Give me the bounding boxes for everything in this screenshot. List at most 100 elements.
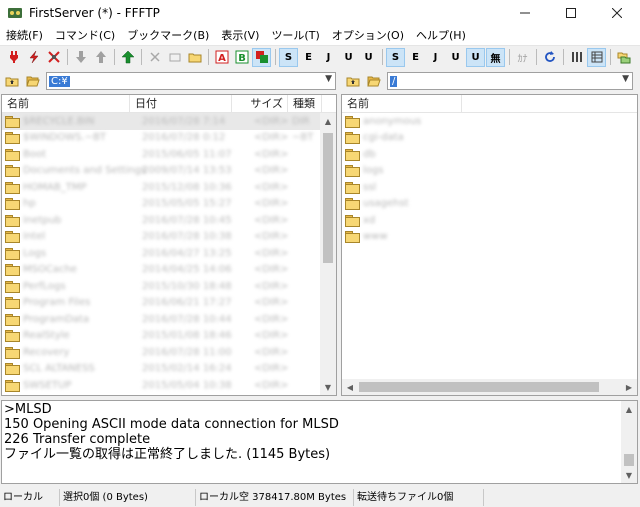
- menu-view[interactable]: 表示(V): [215, 26, 265, 46]
- menu-bookmark[interactable]: ブックマーク(B): [121, 26, 215, 46]
- list-item[interactable]: usagehst: [342, 196, 637, 213]
- minimize-button[interactable]: [502, 0, 548, 26]
- column-date[interactable]: 日付: [130, 95, 232, 113]
- list-item[interactable]: www: [342, 229, 637, 246]
- remote-path-combo[interactable]: / ▼: [387, 72, 633, 90]
- rename-button[interactable]: [165, 48, 184, 67]
- table-row[interactable]: RealStyle 2015/01/08 18:46 <DIR>: [2, 328, 336, 345]
- upload-button[interactable]: [91, 48, 110, 67]
- toolbar-separator: [382, 49, 383, 65]
- table-row[interactable]: SWSETUP 2015/05/04 10:38 <DIR>: [2, 377, 336, 394]
- quick-connect-button[interactable]: [24, 48, 43, 67]
- scroll-down-arrow-icon[interactable]: ▼: [320, 379, 336, 395]
- remote-browse-button[interactable]: [365, 72, 383, 90]
- ascii-mode-button[interactable]: A: [212, 48, 231, 67]
- chevron-down-icon[interactable]: ▼: [325, 74, 332, 84]
- column-name[interactable]: 名前: [2, 95, 130, 113]
- menu-options[interactable]: オプション(O): [326, 26, 410, 46]
- no-convert-button[interactable]: 無: [486, 47, 505, 67]
- table-row[interactable]: Documents and Settings 2009/07/14 13:53 <D…: [2, 163, 336, 180]
- table-row[interactable]: Program Files 2016/06/21 17:27 <DIR>: [2, 295, 336, 312]
- table-row[interactable]: Recovery 2016/07/28 11:00 <DIR>: [2, 344, 336, 361]
- close-button[interactable]: [594, 0, 640, 26]
- table-row[interactable]: $WINDOWS.~BT 2016/07/28 0:12 <DIR> ~BT: [2, 130, 336, 147]
- file-name-cell: cgi-data: [342, 132, 542, 145]
- scroll-thumb[interactable]: [359, 382, 599, 392]
- local-vertical-scrollbar[interactable]: ▲ ▼: [320, 113, 336, 395]
- table-row[interactable]: $RECYCLE.BIN 2016/07/28 7:14 <DIR> DIR: [2, 113, 336, 130]
- list-view-button[interactable]: [567, 48, 586, 67]
- table-row[interactable]: HOMAB_TMP 2015/12/08 10:36 <DIR>: [2, 179, 336, 196]
- kana-convert-button[interactable]: ｶﾅ: [513, 48, 532, 67]
- auto-mode-button[interactable]: [252, 47, 271, 67]
- connect-button[interactable]: [4, 48, 23, 67]
- jis-label: J: [326, 51, 331, 63]
- column-size[interactable]: サイズ: [232, 95, 288, 113]
- table-row[interactable]: Inetpub 2016/07/28 10:45 <DIR>: [2, 212, 336, 229]
- table-row[interactable]: SCL ALTANESS 2015/02/14 16:24 <DIR>: [2, 361, 336, 378]
- table-row[interactable]: MSOCache 2014/04/25 14:06 <DIR>: [2, 262, 336, 279]
- menu-help[interactable]: ヘルプ(H): [410, 26, 472, 46]
- binary-mode-button[interactable]: B: [232, 48, 251, 67]
- mkdir-button[interactable]: [185, 48, 204, 67]
- local-utf8bom-button[interactable]: U: [466, 47, 485, 67]
- arrow-down-icon: [75, 51, 86, 63]
- scroll-right-arrow-icon[interactable]: ▶: [621, 379, 637, 395]
- column-kind[interactable]: 種類: [288, 95, 322, 113]
- scroll-thumb[interactable]: [624, 454, 634, 466]
- file-name: PerfLogs: [23, 280, 66, 292]
- local-utf8n-button[interactable]: U: [446, 48, 465, 67]
- local-sjis-button[interactable]: S: [386, 47, 405, 67]
- list-item[interactable]: anonymous: [342, 113, 637, 130]
- list-item[interactable]: ssl: [342, 179, 637, 196]
- log-vertical-scrollbar[interactable]: ▲ ▼: [621, 401, 637, 483]
- host-euc-button[interactable]: E: [299, 48, 318, 67]
- delete-button[interactable]: [145, 48, 164, 67]
- log-line: >MLSD: [4, 402, 52, 417]
- host-utf8n-button[interactable]: U: [339, 48, 358, 67]
- scroll-up-arrow-icon[interactable]: ▲: [621, 401, 637, 417]
- file-name-cell: Logs: [2, 247, 130, 260]
- disconnect-button[interactable]: [44, 48, 63, 67]
- maximize-button[interactable]: [548, 0, 594, 26]
- scroll-thumb[interactable]: [323, 133, 333, 263]
- table-row[interactable]: ProgramData 2016/07/28 10:44 <DIR>: [2, 311, 336, 328]
- local-jis-button[interactable]: J: [426, 48, 445, 67]
- file-date: 2016/07/28 11:00: [142, 346, 232, 358]
- refresh-button[interactable]: [540, 48, 559, 67]
- list-item[interactable]: cgi-data: [342, 130, 637, 147]
- list-item[interactable]: db: [342, 146, 637, 163]
- log-line: 150 Opening ASCII mode data connection f…: [4, 417, 339, 432]
- host-sjis-button[interactable]: S: [279, 47, 298, 67]
- host-utf8bom-button[interactable]: U: [359, 48, 378, 67]
- list-item[interactable]: xd: [342, 212, 637, 229]
- column-name[interactable]: 名前: [342, 95, 462, 113]
- local-euc-button[interactable]: E: [406, 48, 425, 67]
- menu-connect[interactable]: 接続(F): [0, 26, 49, 46]
- table-row[interactable]: Logs 2016/04/27 13:25 <DIR>: [2, 245, 336, 262]
- chevron-down-icon[interactable]: ▼: [622, 74, 629, 84]
- local-browse-button[interactable]: [24, 72, 42, 90]
- scroll-down-arrow-icon[interactable]: ▼: [621, 467, 637, 483]
- table-row[interactable]: Intel 2016/07/28 10:38 <DIR>: [2, 229, 336, 246]
- scroll-left-arrow-icon[interactable]: ◀: [342, 379, 358, 395]
- table-row[interactable]: Boot 2015/06/05 11:07 <DIR>: [2, 146, 336, 163]
- file-name-cell: $RECYCLE.BIN: [2, 115, 130, 128]
- local-up-button[interactable]: [3, 72, 21, 90]
- host-jis-button[interactable]: J: [319, 48, 338, 67]
- parent-dir-button[interactable]: [118, 48, 137, 67]
- local-path-combo[interactable]: C:¥ ▼: [46, 72, 336, 90]
- remote-horizontal-scrollbar[interactable]: ◀ ▶: [342, 379, 637, 395]
- table-row[interactable]: PerfLogs 2015/10/30 18:48 <DIR>: [2, 278, 336, 295]
- scroll-up-arrow-icon[interactable]: ▲: [320, 113, 336, 129]
- detail-view-button[interactable]: [587, 47, 606, 67]
- list-item[interactable]: logs: [342, 163, 637, 180]
- menu-command[interactable]: コマンド(C): [49, 26, 121, 46]
- download-button[interactable]: [71, 48, 90, 67]
- file-date: 2015/12/08 10:36: [142, 181, 232, 193]
- remote-up-button[interactable]: [344, 72, 362, 90]
- list-view-icon: [571, 52, 582, 62]
- table-row[interactable]: hp 2015/05/05 15:27 <DIR>: [2, 196, 336, 213]
- menu-tools[interactable]: ツール(T): [265, 26, 325, 46]
- sync-button[interactable]: [614, 48, 633, 67]
